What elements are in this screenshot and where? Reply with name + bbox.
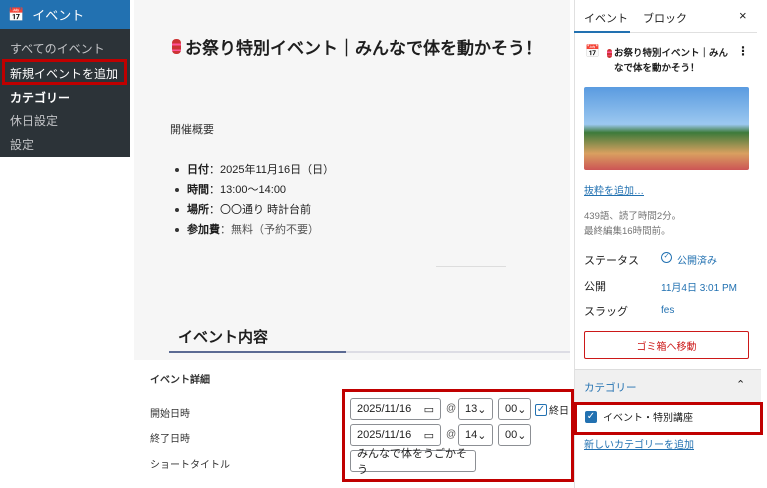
list-item: 参加費：無料（予約不要） bbox=[173, 220, 334, 240]
calendar-icon: 📅 bbox=[8, 6, 25, 22]
slug-label: スラッグ bbox=[584, 306, 628, 318]
more-options-icon[interactable]: ⋮ bbox=[737, 44, 749, 58]
status-button[interactable]: ✓ 公開済み bbox=[661, 252, 717, 267]
add-excerpt-link[interactable]: 抜粋を追加… bbox=[584, 182, 644, 197]
add-category-link[interactable]: 新しいカテゴリーを追加 bbox=[584, 436, 694, 451]
last-edited: 最終編集16時間前。 bbox=[584, 226, 671, 237]
highlight-box bbox=[342, 389, 574, 482]
separator bbox=[436, 266, 506, 267]
tab-event[interactable]: イベント bbox=[584, 10, 628, 26]
menu-events[interactable]: 📅 イベント bbox=[0, 0, 130, 29]
list-item: 日付：2025年11月16日（日） bbox=[173, 160, 334, 180]
slug-button[interactable]: fes bbox=[661, 305, 674, 316]
menu-all-events[interactable]: すべてのイベント bbox=[10, 40, 105, 57]
post-title[interactable]: お祭り特別イベント｜みんなで体を動かそう！ bbox=[172, 34, 542, 59]
chevron-up-icon[interactable]: ⌃ bbox=[736, 378, 745, 391]
status-label: ステータス bbox=[584, 255, 639, 267]
menu-category[interactable]: カテゴリー bbox=[10, 89, 70, 106]
divider bbox=[630, 32, 757, 33]
list-item: 場所：〇〇通り 時計台前 bbox=[173, 200, 334, 220]
publish-date-button[interactable]: 11月4日 3:01 PM bbox=[661, 279, 737, 294]
list-item: 時間：13:00〜14:00 bbox=[173, 180, 334, 200]
word-count: 439語、読了時間2分。 bbox=[584, 211, 682, 222]
highlight-box bbox=[574, 402, 763, 435]
menu-settings[interactable]: 設定 bbox=[10, 136, 34, 153]
trash-button[interactable]: ゴミ箱へ移動 bbox=[584, 331, 749, 359]
lantern-icon bbox=[172, 39, 181, 54]
publish-label: 公開 bbox=[584, 281, 606, 293]
featured-image[interactable] bbox=[584, 87, 749, 170]
active-tab-indicator bbox=[574, 31, 630, 33]
divider-accent bbox=[169, 351, 346, 353]
end-label: 終了日時 bbox=[150, 434, 190, 445]
start-label: 開始日時 bbox=[150, 409, 190, 420]
tab-block[interactable]: ブロック bbox=[643, 10, 687, 26]
section-heading[interactable]: イベント内容 bbox=[178, 326, 268, 347]
highlight-box bbox=[2, 59, 127, 85]
category-heading: カテゴリー bbox=[584, 382, 637, 394]
short-title-label: ショートタイトル bbox=[150, 460, 230, 471]
calendar-icon: 📅 bbox=[585, 44, 600, 58]
check-circle-icon: ✓ bbox=[661, 252, 672, 263]
event-list[interactable]: 日付：2025年11月16日（日） 時間：13:00〜14:00 場所：〇〇通り… bbox=[173, 160, 334, 240]
post-summary-title: お祭り特別イベント｜みんなで体を動かそう！ bbox=[607, 46, 732, 76]
metabox-title: イベント詳細 bbox=[150, 375, 210, 386]
menu-holiday[interactable]: 休日設定 bbox=[10, 112, 58, 129]
paragraph[interactable]: 開催概要 bbox=[170, 121, 214, 137]
close-icon[interactable]: × bbox=[739, 8, 747, 23]
